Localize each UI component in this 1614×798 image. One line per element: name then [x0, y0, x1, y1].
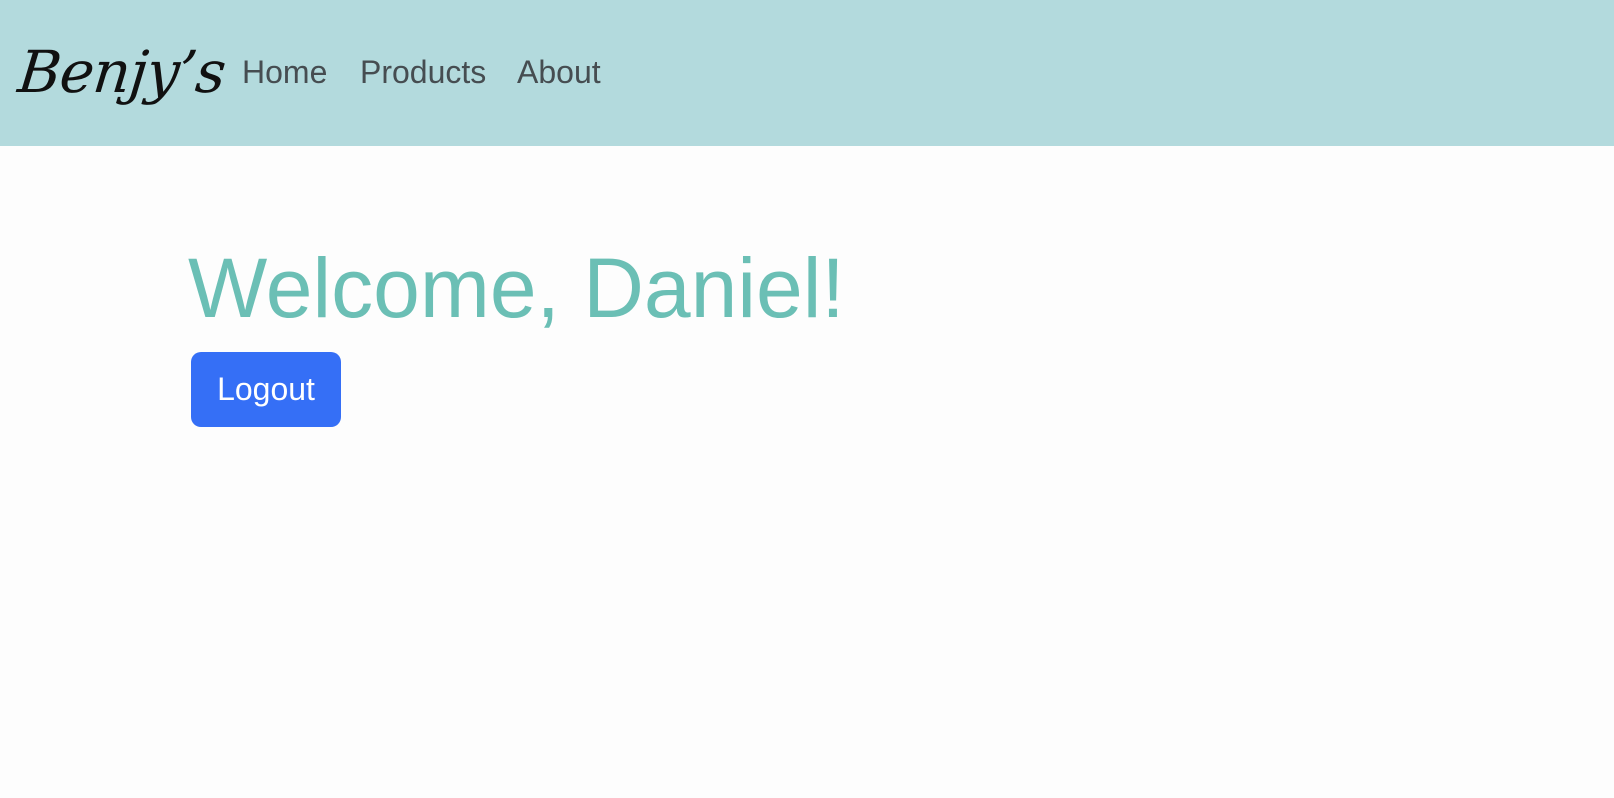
welcome-heading: Welcome, Daniel! [188, 241, 845, 335]
nav-link-about[interactable]: About [517, 52, 601, 92]
brand-logo[interactable]: Benjy’s [13, 30, 229, 125]
navbar: Benjy’s Home Products About [0, 0, 1614, 146]
logout-button[interactable]: Logout [191, 352, 341, 427]
nav-link-products[interactable]: Products [360, 52, 486, 92]
nav-link-home[interactable]: Home [242, 52, 327, 92]
